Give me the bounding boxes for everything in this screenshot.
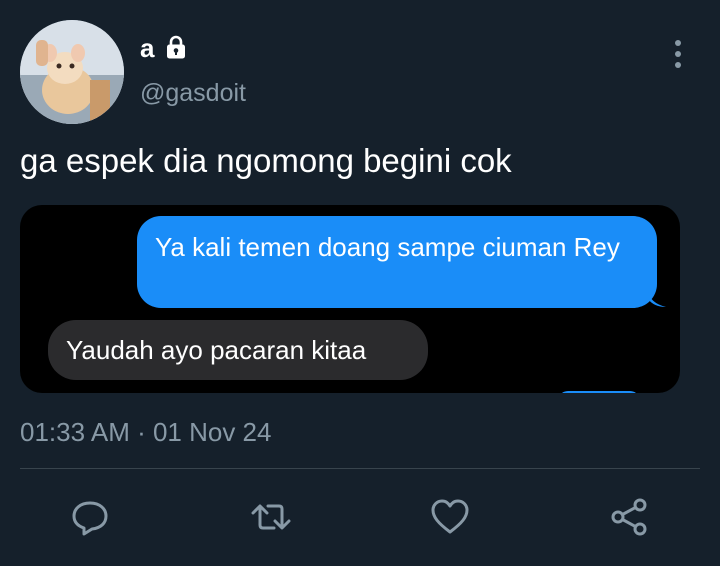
- share-button[interactable]: [607, 495, 651, 539]
- user-handle[interactable]: @gasdoit: [140, 79, 246, 108]
- sent-bubble-tail: [648, 291, 666, 307]
- share-icon: [611, 498, 647, 536]
- reply-button[interactable]: [68, 495, 112, 539]
- sent-message-bubble: Ya kali temen doang sampe ciuman Rey: [137, 216, 657, 308]
- heart-icon: [431, 499, 469, 534]
- partial-message-bubble: [558, 391, 640, 393]
- divider: [20, 468, 700, 469]
- tweet-container: a @gasdoit ga espek dia ngomong begini c…: [0, 0, 720, 566]
- like-button[interactable]: [428, 495, 472, 539]
- tweet-text: ga espek dia ngomong begini cok: [20, 142, 512, 179]
- reply-icon: [72, 501, 108, 536]
- display-name[interactable]: a: [140, 33, 154, 64]
- avatar-photo-icon: [20, 20, 124, 124]
- avatar[interactable]: [20, 20, 124, 124]
- lock-icon: [167, 35, 185, 59]
- received-message-bubble: Yaudah ayo pacaran kitaa: [48, 320, 428, 380]
- more-options-icon[interactable]: [666, 38, 690, 70]
- retweet-button[interactable]: [249, 495, 293, 539]
- retweet-icon: [251, 504, 291, 530]
- tweet-timestamp: 01:33 AM · 01 Nov 24: [20, 417, 272, 447]
- tweet-media-image[interactable]: Ya kali temen doang sampe ciuman Rey Yau…: [20, 205, 680, 393]
